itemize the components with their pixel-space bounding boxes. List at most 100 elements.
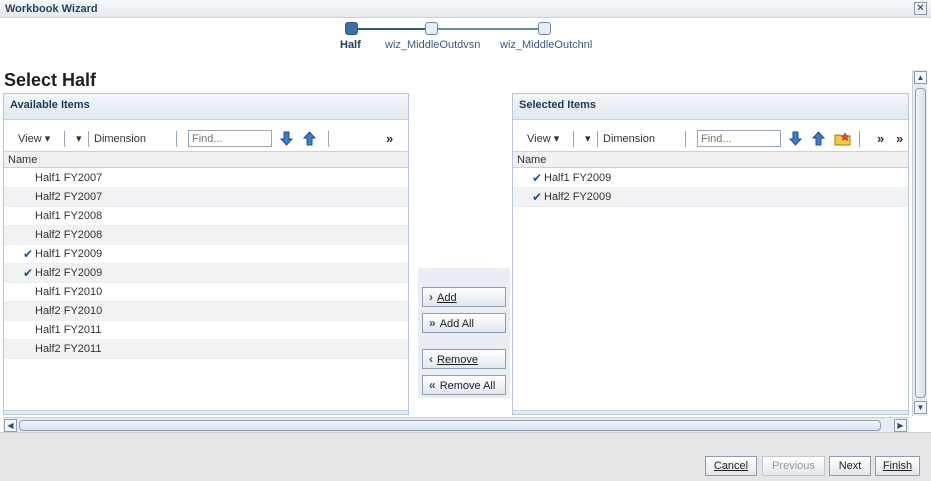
- view-menu[interactable]: View ▾: [18, 130, 50, 148]
- train-connector: [437, 28, 545, 30]
- table-row[interactable]: ✔ Half1 FY2009: [513, 169, 908, 188]
- dimension-label[interactable]: Dimension: [603, 130, 655, 148]
- wizard-footer: Cancel Previous Next Finish: [0, 432, 931, 481]
- dimension-dropdown-icon[interactable]: ▾: [76, 130, 82, 148]
- row-label: Half2 FY2009: [544, 191, 612, 203]
- row-label: Half2 FY2009: [35, 267, 103, 279]
- finish-button[interactable]: Finish: [875, 456, 920, 476]
- favorite-folder-icon[interactable]: [834, 130, 851, 147]
- move-down-icon[interactable]: [787, 130, 804, 147]
- table-row[interactable]: Half2 FY2011: [4, 340, 408, 359]
- selected-items-title: Selected Items: [519, 99, 597, 111]
- row-label: Half1 FY2009: [35, 248, 103, 260]
- remove-button[interactable]: ‹ Remove: [422, 349, 506, 369]
- overflow-chevron-icon[interactable]: »: [386, 131, 393, 146]
- scroll-right-icon[interactable]: ▶: [894, 419, 907, 432]
- table-horizontal-scrollbar[interactable]: [513, 410, 908, 414]
- selected-rows: ✔ Half1 FY2009 ✔ Half2 FY2009: [513, 169, 908, 207]
- train-stop-middleoutchnl[interactable]: [538, 22, 551, 35]
- next-button[interactable]: Next: [829, 456, 871, 476]
- checkmark-icon: ✔: [23, 247, 34, 261]
- train-connector: [357, 28, 433, 30]
- available-items-table: Name Half1 FY2007 Half2 FY2007 Half1 FY200…: [4, 151, 408, 414]
- move-up-icon[interactable]: [301, 130, 318, 147]
- overflow-chevron-icon[interactable]: »: [877, 131, 884, 146]
- separator: [176, 131, 177, 147]
- row-label: Half1 FY2007: [35, 172, 103, 184]
- column-header-name[interactable]: Name: [513, 152, 908, 168]
- column-header-name[interactable]: Name: [4, 152, 408, 168]
- separator: [88, 131, 89, 147]
- separator: [685, 131, 686, 147]
- checkmark-icon: ✔: [23, 266, 34, 280]
- row-label: Half2 FY2010: [35, 305, 103, 317]
- window-titlebar: Workbook Wizard ✕: [0, 0, 931, 18]
- overflow-chevron-icon[interactable]: »: [896, 131, 903, 146]
- row-label: Half1 FY2008: [35, 210, 103, 222]
- cancel-button[interactable]: Cancel: [705, 456, 757, 476]
- scroll-thumb[interactable]: [915, 88, 926, 398]
- previous-button[interactable]: Previous: [762, 456, 825, 476]
- page-vertical-scrollbar[interactable]: ▲ ▼: [912, 70, 927, 416]
- find-input[interactable]: [188, 130, 272, 147]
- dimension-label[interactable]: Dimension: [94, 130, 146, 148]
- row-label: Half2 FY2011: [35, 343, 102, 355]
- view-menu[interactable]: View ▾: [527, 130, 559, 148]
- chevron-right-icon: ›: [429, 290, 433, 304]
- scroll-left-icon[interactable]: ◀: [4, 419, 17, 432]
- page-horizontal-scrollbar[interactable]: ◀ ▶: [3, 417, 909, 432]
- table-horizontal-scrollbar[interactable]: [4, 410, 408, 414]
- available-rows: Half1 FY2007 Half2 FY2007 Half1 FY2008 Half…: [4, 169, 408, 359]
- row-label: Half1 FY2011: [35, 324, 102, 336]
- page-title: Select Half: [4, 70, 97, 90]
- add-all-button[interactable]: » Add All: [422, 313, 506, 333]
- available-items-title: Available Items: [10, 99, 90, 111]
- available-items-panel: Available Items View ▾ ▾ Dimension » Nam…: [3, 93, 409, 415]
- train-label-middleoutchnl[interactable]: wiz_MiddleOutchnl: [500, 39, 592, 51]
- double-chevron-left-icon: «: [429, 378, 436, 392]
- remove-all-button[interactable]: «Remove All: [422, 375, 506, 395]
- selected-items-table: Name ✔ Half1 FY2009 ✔ Half2 FY2009: [513, 151, 908, 414]
- table-row[interactable]: Half2 FY2008: [4, 226, 408, 245]
- row-label: Half1 FY2009: [544, 172, 612, 184]
- chevron-left-icon: ‹: [429, 352, 433, 366]
- train-stop-middleoutdvsn[interactable]: [425, 22, 438, 35]
- table-row[interactable]: Half1 FY2007: [4, 169, 408, 188]
- available-toolbar: View ▾ ▾ Dimension »: [4, 127, 408, 151]
- move-down-icon[interactable]: [278, 130, 295, 147]
- available-items-header: Available Items: [4, 94, 408, 120]
- train-label-middleoutdvsn[interactable]: wiz_MiddleOutdvsn: [385, 39, 480, 51]
- separator: [597, 131, 598, 147]
- table-row[interactable]: ✔ Half2 FY2009: [513, 188, 908, 207]
- selected-items-header: Selected Items: [513, 94, 908, 120]
- separator: [859, 131, 860, 147]
- table-row[interactable]: Half1 FY2008: [4, 207, 408, 226]
- window-title: Workbook Wizard: [5, 3, 98, 15]
- scroll-thumb[interactable]: [19, 420, 881, 431]
- table-row[interactable]: Half1 FY2011: [4, 321, 408, 340]
- close-icon[interactable]: ✕: [914, 2, 927, 15]
- wizard-train: Half wiz_MiddleOutdvsn wiz_MiddleOutchnl: [0, 18, 931, 58]
- table-row[interactable]: ✔ Half2 FY2009: [4, 264, 408, 283]
- train-stop-half[interactable]: [345, 22, 358, 35]
- train-label-half: Half: [340, 39, 361, 51]
- separator: [64, 131, 65, 147]
- row-label: Half2 FY2008: [35, 229, 103, 241]
- find-input[interactable]: [697, 130, 781, 147]
- separator: [328, 131, 329, 147]
- table-row[interactable]: Half1 FY2010: [4, 283, 408, 302]
- add-button[interactable]: › Add: [422, 287, 506, 307]
- scroll-up-icon[interactable]: ▲: [914, 71, 927, 84]
- dimension-dropdown-icon[interactable]: ▾: [585, 130, 591, 148]
- table-row[interactable]: Half2 FY2010: [4, 302, 408, 321]
- row-label: Half2 FY2007: [35, 191, 103, 203]
- checkmark-icon: ✔: [532, 171, 543, 185]
- separator: [573, 131, 574, 147]
- row-label: Half1 FY2010: [35, 286, 103, 298]
- double-chevron-right-icon: »: [429, 316, 436, 330]
- move-up-icon[interactable]: [810, 130, 827, 147]
- table-row[interactable]: ✔ Half1 FY2009: [4, 245, 408, 264]
- selected-toolbar: View ▾ ▾ Dimension » »: [513, 127, 908, 151]
- table-row[interactable]: Half2 FY2007: [4, 188, 408, 207]
- scroll-down-icon[interactable]: ▼: [914, 401, 927, 414]
